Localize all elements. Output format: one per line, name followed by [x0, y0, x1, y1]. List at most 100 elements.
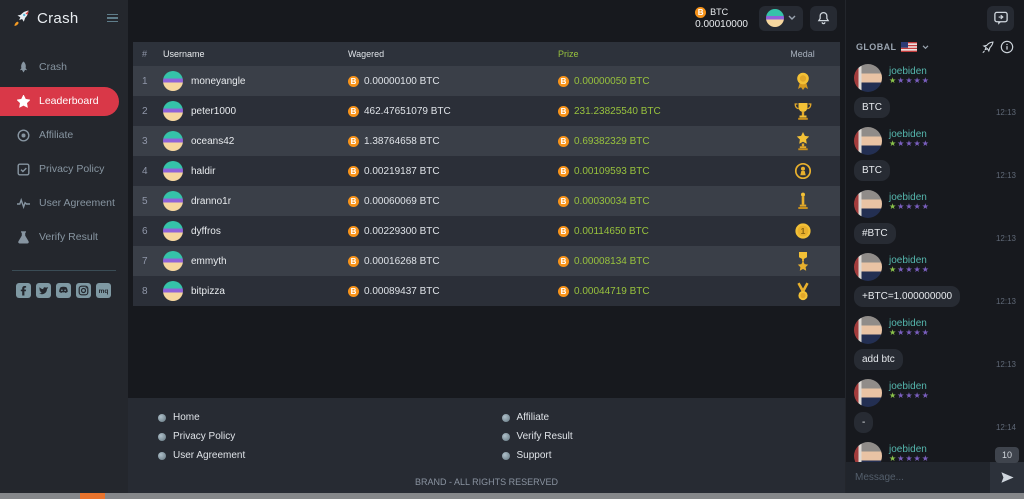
- balance-amount: 0.00010000: [695, 18, 748, 30]
- footer-link-support[interactable]: Support: [501, 450, 846, 461]
- sidebar-item-privacy-policy[interactable]: Privacy Policy: [0, 155, 128, 184]
- rocket-logo-icon: [13, 9, 31, 27]
- wagered-amount: 0.00016268 BTC: [364, 255, 440, 267]
- us-flag-icon[interactable]: [901, 42, 918, 52]
- username-cell: peter1000: [163, 101, 348, 121]
- wagered-cell: B 1.38764658 BTC: [348, 135, 558, 147]
- chat-message: joebiden ★★★★★ BTC 12:13: [854, 64, 1016, 118]
- rank-cell: 2: [142, 105, 148, 117]
- sidebar-divider: [12, 270, 116, 271]
- hamburger-menu-icon[interactable]: [107, 13, 118, 23]
- message-bubble: BTC: [854, 160, 890, 181]
- chat-message: joebiden ★★★★★ add btc 12:13: [854, 316, 1016, 370]
- table-row[interactable]: 3 oceans42 B 1.38764658 BTC B 0.69382329 BTC: [133, 126, 840, 156]
- sidebar-item-label: Affiliate: [39, 129, 74, 141]
- player-avatar: [163, 221, 183, 241]
- footer-link-verify-result[interactable]: Verify Result: [501, 431, 846, 442]
- bitcoin-icon: B: [348, 165, 359, 177]
- rank-cell: 4: [142, 165, 148, 177]
- prize-amount: 0.00030034 BTC: [574, 195, 650, 207]
- footer-link-affiliate[interactable]: Affiliate: [501, 412, 846, 423]
- chat-user-avatar[interactable]: [854, 190, 882, 218]
- header-prize: Prize: [558, 49, 579, 59]
- medal-rosette-icon: [765, 71, 840, 91]
- chat-message-input[interactable]: [846, 462, 990, 493]
- username-text: oceans42: [191, 135, 235, 147]
- table-row[interactable]: 7 emmyth B 0.00016268 BTC B 0.00008134 BTC: [133, 246, 840, 276]
- wagered-amount: 0.00089437 BTC: [364, 285, 440, 297]
- bitcoin-icon: B: [558, 165, 569, 177]
- wagered-amount: 462.47651079 BTC: [364, 105, 451, 117]
- sidebar-item-affiliate[interactable]: Affiliate: [0, 121, 128, 150]
- user-menu-button[interactable]: [759, 5, 803, 31]
- table-row[interactable]: 2 peter1000 B 462.47651079 BTC B 231.23825540…: [133, 96, 840, 126]
- facebook-icon[interactable]: [16, 283, 31, 303]
- forum-icon[interactable]: mq: [96, 283, 111, 303]
- bitcoin-icon: B: [558, 255, 569, 267]
- chat-messages[interactable]: joebiden ★★★★★ BTC 12:13 joebiden ★★★★★ BTC 12:…: [846, 58, 1024, 462]
- table-row[interactable]: 8 bitpizza B 0.00089437 BTC B 0.00044719 BTC: [133, 276, 840, 306]
- username-text: peter1000: [191, 105, 237, 117]
- chat-user-avatar[interactable]: [854, 316, 882, 344]
- chat-user-avatar[interactable]: [854, 64, 882, 92]
- bitcoin-icon: B: [348, 255, 359, 267]
- chevron-down-icon[interactable]: [922, 44, 929, 50]
- sidebar-item-user-agreement[interactable]: User Agreement: [0, 189, 128, 218]
- player-avatar: [163, 131, 183, 151]
- wagered-cell: B 462.47651079 BTC: [348, 105, 558, 117]
- table-row[interactable]: 1 moneyangle B 0.00000100 BTC B 0.00000050 BT…: [133, 66, 840, 96]
- message-timestamp: 12:13: [995, 171, 1016, 180]
- prize-amount: 0.69382329 BTC: [574, 135, 650, 147]
- chat-user-avatar[interactable]: [854, 379, 882, 407]
- prize-cell: B 0.00008134 BTC: [558, 255, 765, 267]
- chat-user-avatar[interactable]: [854, 442, 882, 462]
- wallet-balance[interactable]: B BTC 0.00010000: [695, 6, 748, 30]
- horizontal-scrollbar[interactable]: [0, 493, 1024, 499]
- table-row[interactable]: 5 dranno1r B 0.00060069 BTC B 0.00030034 BTC: [133, 186, 840, 216]
- scrollbar-thumb[interactable]: [80, 493, 105, 499]
- sidebar-item-crash[interactable]: Crash: [0, 53, 128, 82]
- player-avatar: [163, 101, 183, 121]
- svg-text:mq: mq: [99, 288, 109, 295]
- sidebar-item-leaderboard[interactable]: Leaderboard: [0, 86, 119, 116]
- unread-count-badge[interactable]: 10: [994, 447, 1019, 463]
- bullet-icon: [158, 413, 166, 422]
- chat-toggle-button[interactable]: [987, 5, 1014, 31]
- bitcoin-icon: B: [348, 75, 359, 87]
- chat-message: joebiden ★★★★★ BTC 12:13: [854, 127, 1016, 181]
- footer-link-home[interactable]: Home: [158, 412, 502, 423]
- instagram-icon[interactable]: [76, 283, 91, 303]
- chat-user-avatar[interactable]: [854, 253, 882, 281]
- user-rating-stars: ★★★★★: [889, 76, 930, 85]
- discord-icon[interactable]: [56, 283, 71, 303]
- footer-links-left: Home Privacy Policy User Agreement: [158, 412, 502, 461]
- sidebar-item-label: Privacy Policy: [39, 163, 105, 175]
- rocket-boost-icon[interactable]: [980, 40, 995, 55]
- twitter-icon[interactable]: [36, 283, 51, 303]
- table-row[interactable]: 4 haldir B 0.00219187 BTC B 0.00109593 BTC: [133, 156, 840, 186]
- header-username: Username: [163, 49, 205, 59]
- sidebar-item-verify-result[interactable]: Verify Result: [0, 223, 128, 252]
- notifications-button[interactable]: [810, 5, 837, 31]
- footer-link-privacy-policy[interactable]: Privacy Policy: [158, 431, 502, 442]
- footer-link-user-agreement[interactable]: User Agreement: [158, 450, 502, 461]
- message-timestamp: 12:13: [995, 297, 1016, 306]
- prize-cell: B 0.00030034 BTC: [558, 195, 765, 207]
- wagered-cell: B 0.00016268 BTC: [348, 255, 558, 267]
- chat-user-avatar[interactable]: [854, 127, 882, 155]
- bullet-icon: [158, 451, 166, 460]
- footer-link-label: Home: [173, 412, 200, 423]
- rank-cell: 3: [142, 135, 148, 147]
- table-header: # Username Wagered Prize Medal: [133, 42, 840, 66]
- pulse-icon: [17, 197, 30, 210]
- user-rating-stars: ★★★★★: [889, 265, 930, 274]
- medal-coin-1-icon: 1: [765, 221, 840, 241]
- medal-ribbon-icon: [765, 281, 840, 301]
- prize-amount: 0.00109593 BTC: [574, 165, 650, 177]
- table-row[interactable]: 6 dyffros B 0.00229300 BTC B 0.00114650 BTC 1: [133, 216, 840, 246]
- medal-star-award-icon: [765, 131, 840, 151]
- chat-message: joebiden★★★★★+12:14: [854, 442, 1016, 462]
- info-icon[interactable]: [1000, 40, 1014, 54]
- sidebar-item-label: Leaderboard: [39, 95, 99, 107]
- send-message-button[interactable]: [990, 462, 1024, 493]
